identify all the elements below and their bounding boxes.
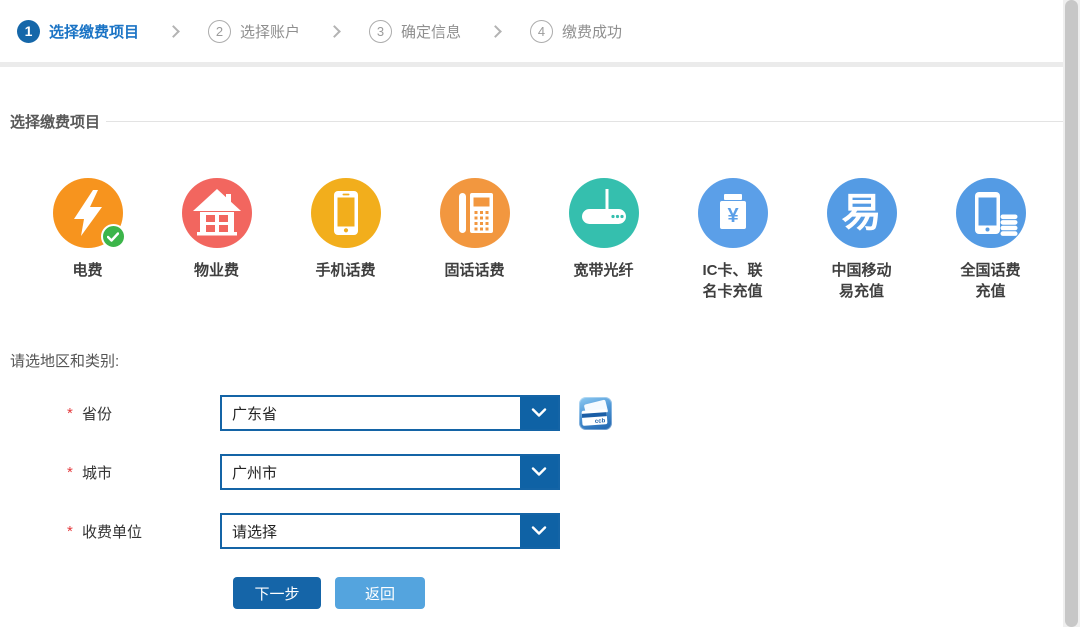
lightning-icon [53, 178, 123, 248]
step-bar: 1 选择缴费项目 2 选择账户 3 确定信息 4 缴费成功 [0, 0, 1080, 62]
step-item-3: 3 确定信息 [369, 20, 461, 43]
section-divider [0, 62, 1080, 67]
service-electricity[interactable]: 电费 [23, 178, 152, 302]
step-label-1: 选择缴费项目 [49, 21, 139, 42]
step-item-2: 2 选择账户 [208, 20, 300, 43]
unit-select[interactable]: 请选择 [220, 513, 560, 549]
region-prompt: 请选地区和类别: [10, 350, 1080, 371]
step-number-2: 2 [208, 20, 231, 43]
step-item-1: 1 选择缴费项目 [17, 20, 139, 43]
step-number-1: 1 [17, 20, 40, 43]
chevron-down-icon[interactable] [520, 456, 558, 488]
service-label: IC卡、联 名卡充值 [702, 260, 762, 302]
chevron-down-icon[interactable] [520, 397, 558, 429]
service-mobile[interactable]: 手机话费 [281, 178, 410, 302]
scrollbar-track[interactable] [1063, 0, 1080, 627]
service-label: 宽带光纤 [573, 260, 633, 281]
house-icon [182, 178, 252, 248]
service-label: 中国移动 易充值 [831, 260, 891, 302]
next-button[interactable]: 下一步 [233, 577, 321, 609]
selected-check-icon [101, 224, 126, 249]
payment-page: 1 选择缴费项目 2 选择账户 3 确定信息 4 缴费成功 选择缴费项目 [0, 0, 1080, 627]
step-label-4: 缴费成功 [562, 21, 622, 42]
service-landline[interactable]: 固话话费 [410, 178, 539, 302]
service-national-recharge[interactable]: 全国话费 充值 [926, 178, 1055, 302]
service-label: 固话话费 [444, 260, 504, 281]
router-icon [569, 178, 639, 248]
scrollbar-thumb[interactable] [1065, 0, 1078, 627]
province-select[interactable]: 广东省 [220, 395, 560, 431]
required-asterisk: * [67, 464, 82, 481]
card-yen-icon: ¥ [698, 178, 768, 248]
city-value: 广州市 [222, 456, 520, 488]
bank-card-app-icon[interactable]: ccb [579, 397, 612, 430]
smartphone-icon [311, 178, 381, 248]
service-label: 物业费 [194, 260, 239, 281]
step-number-4: 4 [530, 20, 553, 43]
service-grid: 电费 物业费 [0, 178, 1080, 302]
header-rule [106, 121, 1070, 122]
unit-value: 请选择 [222, 515, 520, 547]
phone-coins-icon [956, 178, 1026, 248]
chevron-right-icon [167, 25, 180, 38]
required-asterisk: * [67, 523, 82, 540]
service-label: 手机话费 [315, 260, 375, 281]
section-header: 选择缴费项目 [10, 111, 1070, 132]
step-number-3: 3 [369, 20, 392, 43]
step-item-4: 4 缴费成功 [530, 20, 622, 43]
service-ic-card[interactable]: ¥ IC卡、联 名卡充值 [668, 178, 797, 302]
unit-label: 收费单位 [82, 521, 220, 542]
required-asterisk: * [67, 405, 82, 422]
service-cmcc-recharge[interactable]: 易 中国移动 易充值 [797, 178, 926, 302]
desk-phone-icon [440, 178, 510, 248]
province-label: 省份 [82, 403, 220, 424]
service-label: 全国话费 充值 [960, 260, 1020, 302]
action-buttons: 下一步 返回 [233, 577, 1080, 609]
section-title: 选择缴费项目 [10, 111, 100, 132]
chevron-right-icon [328, 25, 341, 38]
province-value: 广东省 [222, 397, 520, 429]
step-label-3: 确定信息 [401, 21, 461, 42]
back-button[interactable]: 返回 [335, 577, 425, 609]
chevron-down-icon[interactable] [520, 515, 558, 547]
chevron-right-icon [489, 25, 502, 38]
service-broadband[interactable]: 宽带光纤 [539, 178, 668, 302]
city-row: * 城市 广州市 [0, 454, 1080, 490]
service-label: 电费 [72, 260, 102, 281]
city-select[interactable]: 广州市 [220, 454, 560, 490]
region-form: * 省份 广东省 ccb * 城市 广州市 [0, 395, 1080, 549]
province-row: * 省份 广东省 ccb [0, 395, 1080, 431]
city-label: 城市 [82, 462, 220, 483]
svg-text:¥: ¥ [727, 205, 739, 227]
service-property[interactable]: 物业费 [152, 178, 281, 302]
step-label-2: 选择账户 [240, 21, 300, 42]
unit-row: * 收费单位 请选择 [0, 513, 1080, 549]
yi-character-icon: 易 [827, 178, 897, 248]
